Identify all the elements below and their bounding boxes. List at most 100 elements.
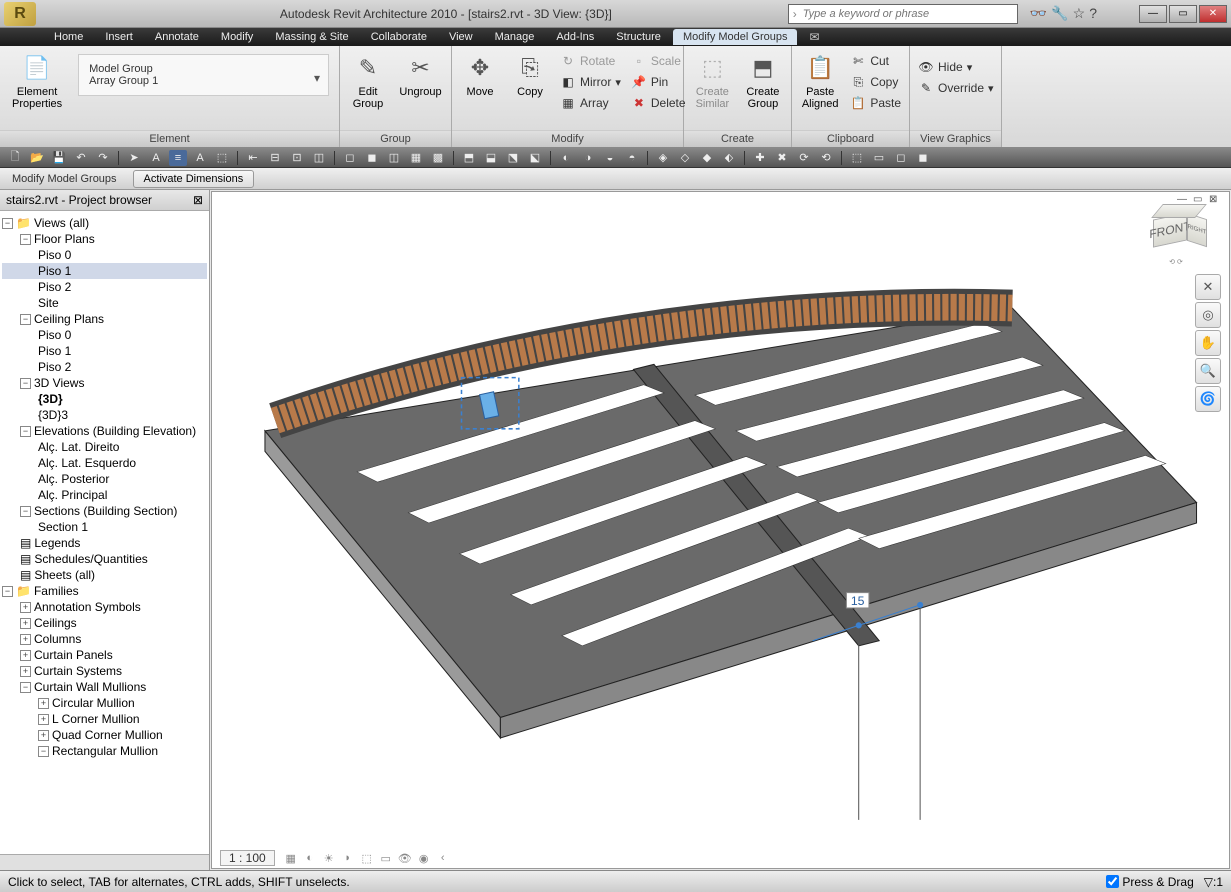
qat-text-icon[interactable]: A xyxy=(147,150,165,166)
qat-misc-icon[interactable]: ⬕ xyxy=(526,150,544,166)
crop-show-icon[interactable]: ▭ xyxy=(378,850,394,866)
qat-pointer-icon[interactable]: ➤ xyxy=(125,150,143,166)
tab-annotate[interactable]: Annotate xyxy=(145,29,209,45)
rotate-button[interactable]: ↻Rotate xyxy=(558,52,623,70)
tab-modify[interactable]: Modify xyxy=(211,29,263,45)
wrench-icon[interactable]: 🔧 xyxy=(1051,5,1068,22)
qat-misc-icon[interactable]: ⬔ xyxy=(504,150,522,166)
sun-icon[interactable]: ☀ xyxy=(321,850,337,866)
hide-isolate-icon[interactable]: 👁 xyxy=(397,850,413,866)
override-button[interactable]: ✎Override ▾ xyxy=(916,79,996,97)
qat-save-icon[interactable]: 💾 xyxy=(50,150,68,166)
app-logo-icon[interactable]: R xyxy=(4,2,36,26)
qat-misc-icon[interactable]: ◑ xyxy=(579,150,597,166)
project-tree[interactable]: −📁 Views (all) −Floor Plans Piso 0 Piso … xyxy=(0,211,209,854)
filter-icon[interactable]: ▽:1 xyxy=(1204,875,1223,889)
qat-split-icon[interactable]: ⊟ xyxy=(266,150,284,166)
binoculars-icon[interactable]: 👓 xyxy=(1030,5,1047,22)
cut-button[interactable]: ✄Cut xyxy=(848,52,903,70)
tree-item[interactable]: +Curtain Systems xyxy=(2,663,207,679)
tree-item[interactable]: +Circular Mullion xyxy=(2,695,207,711)
qat-redo-icon[interactable]: ↷ xyxy=(94,150,112,166)
qat-offset-icon[interactable]: ◫ xyxy=(310,150,328,166)
qat-misc-icon[interactable]: ◐ xyxy=(557,150,575,166)
tree-item[interactable]: +Annotation Symbols xyxy=(2,599,207,615)
qat-misc-icon[interactable]: ◇ xyxy=(676,150,694,166)
detail-level-icon[interactable]: ▦ xyxy=(283,850,299,866)
pin-button[interactable]: 📌Pin xyxy=(629,73,688,91)
tree-item[interactable]: +Columns xyxy=(2,631,207,647)
create-group-button[interactable]: ⬒ Create Group xyxy=(741,50,785,112)
qat-misc-icon[interactable]: ◓ xyxy=(623,150,641,166)
qat-misc-icon[interactable]: ◫ xyxy=(385,150,403,166)
tree-item[interactable]: Alç. Principal xyxy=(2,487,207,503)
tree-item[interactable]: −Rectangular Mullion xyxy=(2,743,207,759)
tab-addins[interactable]: Add-Ins xyxy=(546,29,604,45)
element-properties-button[interactable]: 📄 Element Properties xyxy=(6,50,68,112)
chevron-left-icon[interactable]: ‹ xyxy=(435,850,451,866)
qat-misc-icon[interactable]: ⬖ xyxy=(720,150,738,166)
maximize-button[interactable]: ▭ xyxy=(1169,5,1197,23)
tree-item[interactable]: Piso 1 xyxy=(2,263,207,279)
minimize-button[interactable]: — xyxy=(1139,5,1167,23)
shadow-icon[interactable]: ◗ xyxy=(340,850,356,866)
qat-misc-icon[interactable]: ✖ xyxy=(773,150,791,166)
tab-collaborate[interactable]: Collaborate xyxy=(361,29,437,45)
tree-item[interactable]: −Curtain Wall Mullions xyxy=(2,679,207,695)
ungroup-button[interactable]: ✂ Ungroup xyxy=(396,50,445,100)
tree-item[interactable]: {3D}3 xyxy=(2,407,207,423)
tree-item[interactable]: Piso 0 xyxy=(2,327,207,343)
tab-view[interactable]: View xyxy=(439,29,483,45)
qat-new-icon[interactable]: 🗋 xyxy=(6,150,24,166)
qat-misc-icon[interactable]: ◒ xyxy=(601,150,619,166)
qat-misc-icon[interactable]: ⬓ xyxy=(482,150,500,166)
tree-item[interactable]: Section 1 xyxy=(2,519,207,535)
hide-button[interactable]: 👁Hide ▾ xyxy=(916,58,996,76)
tree-item[interactable]: +Quad Corner Mullion xyxy=(2,727,207,743)
close-button[interactable]: ✕ xyxy=(1199,5,1227,23)
mirror-button[interactable]: ◧Mirror ▾ xyxy=(558,73,623,91)
qat-misc-icon[interactable]: ◈ xyxy=(654,150,672,166)
tab-manage[interactable]: Manage xyxy=(485,29,545,45)
press-drag-checkbox[interactable]: Press & Drag xyxy=(1106,875,1193,889)
tree-item[interactable]: ▤ Sheets (all) xyxy=(2,567,207,583)
qat-misc-icon[interactable]: ◼ xyxy=(363,150,381,166)
nav-close-icon[interactable]: ✕ xyxy=(1195,274,1221,300)
browser-close-icon[interactable]: ⊠ xyxy=(193,193,203,207)
qat-misc-icon[interactable]: ▭ xyxy=(870,150,888,166)
tab-home[interactable]: Home xyxy=(44,29,93,45)
qat-open-icon[interactable]: 📂 xyxy=(28,150,46,166)
paste-aligned-button[interactable]: 📋 Paste Aligned xyxy=(798,50,842,112)
delete-button[interactable]: ✖Delete xyxy=(629,94,688,112)
tree-item[interactable]: Alç. Lat. Direito xyxy=(2,439,207,455)
tree-item[interactable]: Alç. Posterior xyxy=(2,471,207,487)
qat-misc-icon[interactable]: ⟲ xyxy=(817,150,835,166)
tree-item[interactable]: ▤ Legends xyxy=(2,535,207,551)
qat-undo-icon[interactable]: ↶ xyxy=(72,150,90,166)
qat-text2-icon[interactable]: A xyxy=(191,150,209,166)
tree-item[interactable]: Piso 0 xyxy=(2,247,207,263)
qat-trim-icon[interactable]: ⊡ xyxy=(288,150,306,166)
qat-misc-icon[interactable]: ⬚ xyxy=(848,150,866,166)
array-button[interactable]: ▦Array xyxy=(558,94,623,112)
tree-item[interactable]: Alç. Lat. Esquerdo xyxy=(2,455,207,471)
help-search[interactable]: › xyxy=(788,4,1018,24)
qat-misc-icon[interactable]: ⬒ xyxy=(460,150,478,166)
help-icon[interactable]: ? xyxy=(1089,5,1097,22)
viewcube[interactable]: FRONT RIGHT ⟲ ⟳ xyxy=(1143,198,1209,264)
visual-style-icon[interactable]: ◐ xyxy=(302,850,318,866)
nav-wheel-icon[interactable]: ◎ xyxy=(1195,302,1221,328)
qat-misc-icon[interactable]: ▦ xyxy=(407,150,425,166)
copy-button[interactable]: ⎘ Copy xyxy=(508,50,552,100)
tree-item[interactable]: {3D} xyxy=(2,391,207,407)
activate-dimensions-button[interactable]: Activate Dimensions xyxy=(133,170,255,188)
qat-misc-icon[interactable]: ▩ xyxy=(429,150,447,166)
tree-item[interactable]: +Curtain Panels xyxy=(2,647,207,663)
tab-insert[interactable]: Insert xyxy=(95,29,143,45)
qat-3d-icon[interactable]: ⬚ xyxy=(213,150,231,166)
browser-hscroll[interactable] xyxy=(0,854,209,870)
mail-icon[interactable]: ✉ xyxy=(799,30,829,44)
type-selector[interactable]: Model Group Array Group 1 ▾ xyxy=(78,54,329,96)
nav-zoom-icon[interactable]: 🔍 xyxy=(1195,358,1221,384)
nav-orbit-icon[interactable]: 🌀 xyxy=(1195,386,1221,412)
